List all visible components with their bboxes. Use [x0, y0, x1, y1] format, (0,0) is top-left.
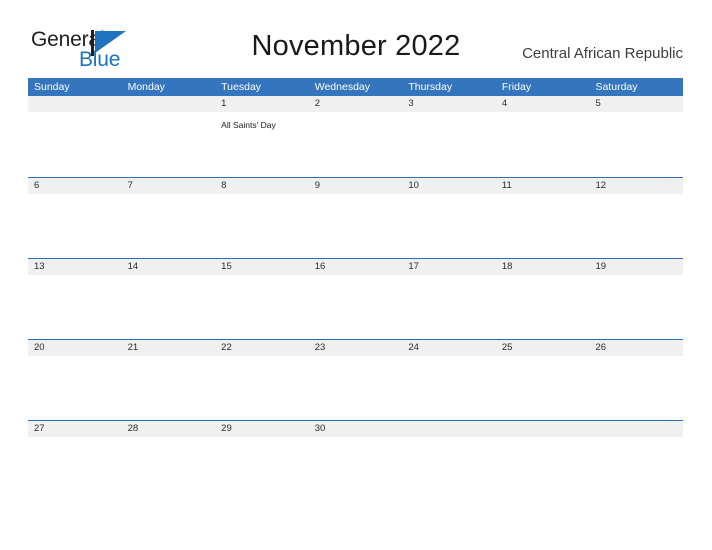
weekday-wednesday: Wednesday	[314, 81, 370, 93]
day-number[interactable]: 20	[28, 340, 122, 356]
week-date-band: 1 2 3 4 5	[28, 96, 683, 112]
week-event-band	[28, 356, 683, 419]
day-number[interactable]: 7	[122, 178, 216, 194]
event-label: All Saints' Day	[221, 120, 276, 130]
day-event-cell[interactable]	[589, 194, 683, 257]
week-event-band	[28, 275, 683, 338]
week-date-band: 13 14 15 16 17 18 19	[28, 259, 683, 275]
calendar-week-row: 27 28 29 30	[28, 420, 683, 501]
day-number[interactable]: 4	[496, 96, 590, 112]
day-number[interactable]: 5	[589, 96, 683, 112]
day-event-cell[interactable]	[309, 437, 403, 500]
day-number[interactable]: 30	[309, 421, 403, 437]
day-event-cell[interactable]	[589, 112, 683, 175]
weekday-thursday: Thursday	[408, 81, 453, 93]
day-number[interactable]	[589, 421, 683, 437]
day-event-cell[interactable]	[589, 356, 683, 419]
day-event-cell[interactable]	[215, 437, 309, 500]
day-number[interactable]: 1	[215, 96, 309, 112]
day-event-cell[interactable]	[122, 437, 216, 500]
day-number[interactable]: 29	[215, 421, 309, 437]
day-number[interactable]: 27	[28, 421, 122, 437]
day-number[interactable]: 16	[309, 259, 403, 275]
day-event-cell[interactable]	[309, 194, 403, 257]
day-number[interactable]: 2	[309, 96, 403, 112]
day-event-cell[interactable]	[28, 275, 122, 338]
weekday-friday: Friday	[501, 81, 532, 93]
weekday-monday: Monday	[127, 81, 165, 93]
day-number[interactable]: 21	[122, 340, 216, 356]
day-event-cell[interactable]: All Saints' Day	[215, 112, 309, 175]
day-event-cell[interactable]	[402, 356, 496, 419]
day-number[interactable]: 28	[122, 421, 216, 437]
week-date-band: 6 7 8 9 10 11 12	[28, 178, 683, 194]
day-event-cell[interactable]	[496, 356, 590, 419]
day-event-cell[interactable]	[122, 194, 216, 257]
day-event-cell[interactable]	[496, 112, 590, 175]
week-date-band: 20 21 22 23 24 25 26	[28, 340, 683, 356]
day-number[interactable]: 8	[215, 178, 309, 194]
day-event-cell[interactable]	[28, 437, 122, 500]
day-number[interactable]: 23	[309, 340, 403, 356]
day-event-cell[interactable]	[589, 275, 683, 338]
day-event-cell[interactable]	[496, 437, 590, 500]
day-number[interactable]	[28, 96, 122, 112]
day-event-cell[interactable]	[28, 356, 122, 419]
day-number[interactable]: 9	[309, 178, 403, 194]
week-event-band: All Saints' Day	[28, 112, 683, 175]
day-event-cell[interactable]	[402, 112, 496, 175]
day-number[interactable]: 19	[589, 259, 683, 275]
day-number[interactable]: 26	[589, 340, 683, 356]
day-event-cell[interactable]	[122, 112, 216, 175]
day-number[interactable]: 14	[122, 259, 216, 275]
day-event-cell[interactable]	[402, 437, 496, 500]
calendar-week-row: 6 7 8 9 10 11 12	[28, 177, 683, 258]
week-event-band	[28, 194, 683, 257]
day-event-cell[interactable]	[496, 275, 590, 338]
day-number[interactable]	[496, 421, 590, 437]
day-event-cell[interactable]	[28, 112, 122, 175]
day-number[interactable]: 15	[215, 259, 309, 275]
country-label: Central African Republic	[522, 45, 683, 62]
weekday-tuesday: Tuesday	[221, 81, 262, 93]
day-number[interactable]: 3	[402, 96, 496, 112]
day-event-cell[interactable]	[215, 356, 309, 419]
day-event-cell[interactable]	[309, 112, 403, 175]
day-number[interactable]	[402, 421, 496, 437]
weekday-sunday: Sunday	[34, 81, 70, 93]
day-number[interactable]: 12	[589, 178, 683, 194]
day-number[interactable]: 24	[402, 340, 496, 356]
day-number[interactable]: 22	[215, 340, 309, 356]
weekday-header-row: Sunday Monday Tuesday Wednesday Thursday…	[28, 78, 683, 96]
day-number[interactable]: 13	[28, 259, 122, 275]
day-event-cell[interactable]	[28, 194, 122, 257]
day-event-cell[interactable]	[402, 194, 496, 257]
calendar-week-row: 20 21 22 23 24 25 26	[28, 339, 683, 420]
week-event-band	[28, 437, 683, 500]
day-number[interactable]: 18	[496, 259, 590, 275]
day-number[interactable]: 10	[402, 178, 496, 194]
day-event-cell[interactable]	[122, 275, 216, 338]
day-event-cell[interactable]	[122, 356, 216, 419]
day-event-cell[interactable]	[402, 275, 496, 338]
day-number[interactable]: 11	[496, 178, 590, 194]
calendar-grid: Sunday Monday Tuesday Wednesday Thursday…	[28, 78, 683, 501]
calendar-page: General Blue November 2022 Central Afric…	[0, 0, 712, 550]
day-event-cell[interactable]	[215, 194, 309, 257]
day-event-cell[interactable]	[215, 275, 309, 338]
day-number[interactable]: 25	[496, 340, 590, 356]
day-event-cell[interactable]	[309, 356, 403, 419]
calendar-week-row: 13 14 15 16 17 18 19	[28, 258, 683, 339]
weekday-saturday: Saturday	[595, 81, 638, 93]
week-date-band: 27 28 29 30	[28, 421, 683, 437]
day-number[interactable]: 17	[402, 259, 496, 275]
page-header: General Blue November 2022 Central Afric…	[0, 0, 712, 78]
day-event-cell[interactable]	[589, 437, 683, 500]
calendar-week-row: 1 2 3 4 5 All Saints' Day	[28, 96, 683, 177]
day-number[interactable]	[122, 96, 216, 112]
day-event-cell[interactable]	[496, 194, 590, 257]
day-number[interactable]: 6	[28, 178, 122, 194]
day-event-cell[interactable]	[309, 275, 403, 338]
